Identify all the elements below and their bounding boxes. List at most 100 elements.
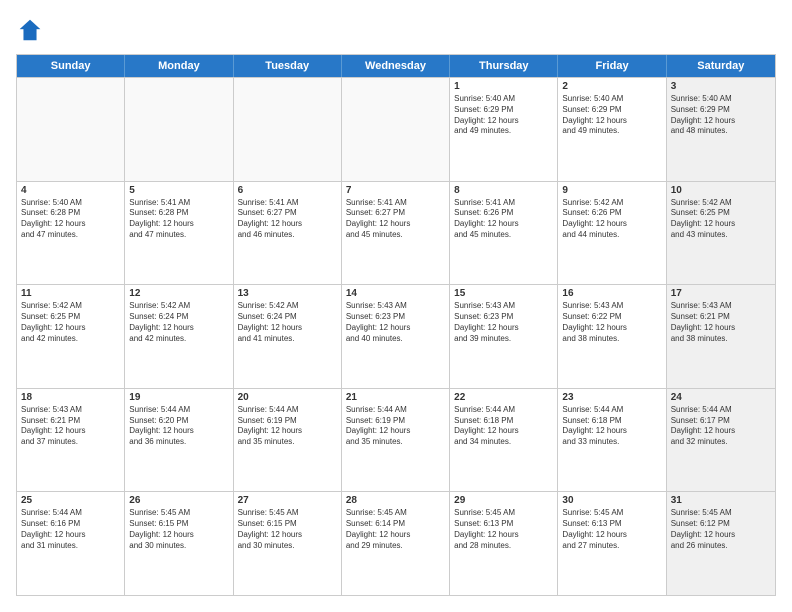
cell-info: Sunrise: 5:43 AMSunset: 6:23 PMDaylight:…	[454, 301, 553, 344]
calendar-cell-4-1: 26 Sunrise: 5:45 AMSunset: 6:15 PMDayligh…	[125, 492, 233, 595]
calendar-row-3: 18Sunrise: 5:43 AMSunset: 6:21 PMDayligh…	[17, 388, 775, 492]
calendar-cell-0-2	[234, 78, 342, 181]
day-number: 29	[454, 495, 553, 506]
cell-info: Sunrise: 5:42 AMSunset: 6:25 PMDaylight:…	[671, 198, 771, 241]
day-number: 4	[21, 185, 120, 196]
calendar-cell-3-4: 22 Sunrise: 5:44 AMSunset: 6:18 PMDayligh…	[450, 389, 558, 492]
cell-info: Sunrise: 5:43 AMSunset: 6:23 PMDaylight:…	[346, 301, 445, 344]
cell-info: Sunrise: 5:44 AMSunset: 6:19 PMDaylight:…	[346, 405, 445, 448]
day-number: 10	[671, 185, 771, 196]
calendar-header: SundayMondayTuesdayWednesdayThursdayFrid…	[17, 55, 775, 77]
day-number: 3	[671, 81, 771, 92]
calendar-cell-4-6: 31 Sunrise: 5:45 AMSunset: 6:12 PMDayligh…	[667, 492, 775, 595]
calendar-row-1: 4Sunrise: 5:40 AMSunset: 6:28 PMDaylight…	[17, 181, 775, 285]
cell-info: Sunrise: 5:42 AMSunset: 6:25 PMDaylight:…	[21, 301, 120, 344]
header-day-wednesday: Wednesday	[342, 55, 450, 77]
day-number: 20	[238, 392, 337, 403]
day-number: 1	[454, 81, 553, 92]
cell-info: Sunrise: 5:45 AMSunset: 6:13 PMDaylight:…	[562, 508, 661, 551]
calendar-cell-4-4: 29 Sunrise: 5:45 AMSunset: 6:13 PMDayligh…	[450, 492, 558, 595]
day-number: 11	[21, 288, 120, 299]
day-number: 15	[454, 288, 553, 299]
day-number: 24	[671, 392, 771, 403]
cell-info: Sunrise: 5:44 AMSunset: 6:18 PMDaylight:…	[562, 405, 661, 448]
calendar-cell-2-3: 14 Sunrise: 5:43 AMSunset: 6:23 PMDayligh…	[342, 285, 450, 388]
header-day-friday: Friday	[558, 55, 666, 77]
calendar-cell-0-6: 3 Sunrise: 5:40 AMSunset: 6:29 PMDaylight…	[667, 78, 775, 181]
day-number: 27	[238, 495, 337, 506]
day-number: 13	[238, 288, 337, 299]
calendar-cell-2-1: 12 Sunrise: 5:42 AMSunset: 6:24 PMDayligh…	[125, 285, 233, 388]
calendar-cell-1-4: 8Sunrise: 5:41 AMSunset: 6:26 PMDaylight…	[450, 182, 558, 285]
day-number: 12	[129, 288, 228, 299]
calendar-cell-4-0: 25 Sunrise: 5:44 AMSunset: 6:16 PMDayligh…	[17, 492, 125, 595]
cell-info: Sunrise: 5:45 AMSunset: 6:14 PMDaylight:…	[346, 508, 445, 551]
calendar-cell-0-5: 2 Sunrise: 5:40 AMSunset: 6:29 PMDaylight…	[558, 78, 666, 181]
day-number: 26	[129, 495, 228, 506]
cell-info: Sunrise: 5:42 AMSunset: 6:24 PMDaylight:…	[129, 301, 228, 344]
cell-info: Sunrise: 5:40 AMSunset: 6:29 PMDaylight:…	[562, 94, 661, 137]
cell-info: Sunrise: 5:40 AMSunset: 6:29 PMDaylight:…	[454, 94, 553, 137]
cell-info: Sunrise: 5:45 AMSunset: 6:15 PMDaylight:…	[129, 508, 228, 551]
calendar-cell-3-3: 21Sunrise: 5:44 AMSunset: 6:19 PMDayligh…	[342, 389, 450, 492]
cell-info: Sunrise: 5:45 AMSunset: 6:13 PMDaylight:…	[454, 508, 553, 551]
day-number: 14	[346, 288, 445, 299]
day-number: 17	[671, 288, 771, 299]
calendar-cell-0-1	[125, 78, 233, 181]
calendar-cell-4-3: 28 Sunrise: 5:45 AMSunset: 6:14 PMDayligh…	[342, 492, 450, 595]
calendar-cell-1-3: 7 Sunrise: 5:41 AMSunset: 6:27 PMDaylight…	[342, 182, 450, 285]
calendar-cell-4-5: 30Sunrise: 5:45 AMSunset: 6:13 PMDayligh…	[558, 492, 666, 595]
logo-icon	[16, 16, 44, 44]
calendar-row-0: 1 Sunrise: 5:40 AMSunset: 6:29 PMDaylight…	[17, 77, 775, 181]
calendar-cell-3-0: 18Sunrise: 5:43 AMSunset: 6:21 PMDayligh…	[17, 389, 125, 492]
day-number: 6	[238, 185, 337, 196]
cell-info: Sunrise: 5:44 AMSunset: 6:18 PMDaylight:…	[454, 405, 553, 448]
cell-info: Sunrise: 5:42 AMSunset: 6:24 PMDaylight:…	[238, 301, 337, 344]
cell-info: Sunrise: 5:45 AMSunset: 6:12 PMDaylight:…	[671, 508, 771, 551]
calendar-cell-2-0: 11 Sunrise: 5:42 AMSunset: 6:25 PMDayligh…	[17, 285, 125, 388]
header-day-sunday: Sunday	[17, 55, 125, 77]
calendar-cell-0-3	[342, 78, 450, 181]
header-day-monday: Monday	[125, 55, 233, 77]
day-number: 9	[562, 185, 661, 196]
cell-info: Sunrise: 5:44 AMSunset: 6:20 PMDaylight:…	[129, 405, 228, 448]
calendar-cell-3-2: 20 Sunrise: 5:44 AMSunset: 6:19 PMDayligh…	[234, 389, 342, 492]
calendar-cell-4-2: 27 Sunrise: 5:45 AMSunset: 6:15 PMDayligh…	[234, 492, 342, 595]
calendar-cell-2-2: 13 Sunrise: 5:42 AMSunset: 6:24 PMDayligh…	[234, 285, 342, 388]
logo	[16, 16, 48, 44]
calendar-cell-2-5: 16 Sunrise: 5:43 AMSunset: 6:22 PMDayligh…	[558, 285, 666, 388]
day-number: 16	[562, 288, 661, 299]
day-number: 2	[562, 81, 661, 92]
cell-info: Sunrise: 5:44 AMSunset: 6:19 PMDaylight:…	[238, 405, 337, 448]
cell-info: Sunrise: 5:41 AMSunset: 6:27 PMDaylight:…	[346, 198, 445, 241]
header-day-thursday: Thursday	[450, 55, 558, 77]
calendar-cell-3-6: 24Sunrise: 5:44 AMSunset: 6:17 PMDayligh…	[667, 389, 775, 492]
calendar-cell-1-5: 9 Sunrise: 5:42 AMSunset: 6:26 PMDaylight…	[558, 182, 666, 285]
header-day-tuesday: Tuesday	[234, 55, 342, 77]
calendar-cell-1-1: 5 Sunrise: 5:41 AMSunset: 6:28 PMDaylight…	[125, 182, 233, 285]
cell-info: Sunrise: 5:44 AMSunset: 6:16 PMDaylight:…	[21, 508, 120, 551]
calendar-cell-0-4: 1 Sunrise: 5:40 AMSunset: 6:29 PMDaylight…	[450, 78, 558, 181]
calendar-cell-3-1: 19 Sunrise: 5:44 AMSunset: 6:20 PMDayligh…	[125, 389, 233, 492]
day-number: 19	[129, 392, 228, 403]
calendar-row-2: 11 Sunrise: 5:42 AMSunset: 6:25 PMDayligh…	[17, 284, 775, 388]
cell-info: Sunrise: 5:41 AMSunset: 6:28 PMDaylight:…	[129, 198, 228, 241]
calendar-row-4: 25 Sunrise: 5:44 AMSunset: 6:16 PMDayligh…	[17, 491, 775, 595]
page: SundayMondayTuesdayWednesdayThursdayFrid…	[0, 0, 792, 612]
cell-info: Sunrise: 5:40 AMSunset: 6:29 PMDaylight:…	[671, 94, 771, 137]
day-number: 25	[21, 495, 120, 506]
day-number: 5	[129, 185, 228, 196]
day-number: 22	[454, 392, 553, 403]
calendar-cell-3-5: 23Sunrise: 5:44 AMSunset: 6:18 PMDayligh…	[558, 389, 666, 492]
cell-info: Sunrise: 5:42 AMSunset: 6:26 PMDaylight:…	[562, 198, 661, 241]
calendar-cell-0-0	[17, 78, 125, 181]
cell-info: Sunrise: 5:45 AMSunset: 6:15 PMDaylight:…	[238, 508, 337, 551]
day-number: 28	[346, 495, 445, 506]
cell-info: Sunrise: 5:43 AMSunset: 6:21 PMDaylight:…	[671, 301, 771, 344]
calendar-cell-1-0: 4Sunrise: 5:40 AMSunset: 6:28 PMDaylight…	[17, 182, 125, 285]
day-number: 8	[454, 185, 553, 196]
cell-info: Sunrise: 5:43 AMSunset: 6:22 PMDaylight:…	[562, 301, 661, 344]
day-number: 7	[346, 185, 445, 196]
day-number: 31	[671, 495, 771, 506]
calendar-cell-1-6: 10 Sunrise: 5:42 AMSunset: 6:25 PMDayligh…	[667, 182, 775, 285]
